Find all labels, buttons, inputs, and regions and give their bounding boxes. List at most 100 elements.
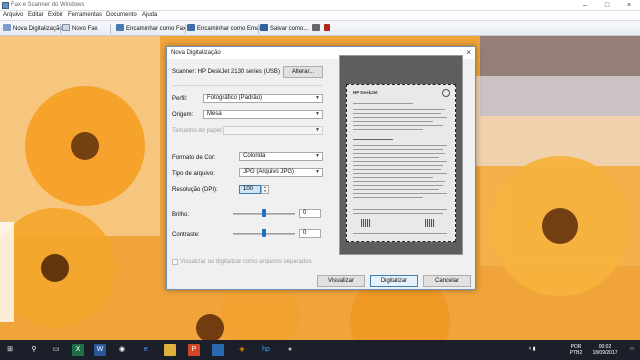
forward-email-toolbar-button[interactable]: Encaminhar como Email	[187, 24, 262, 34]
new-fax-label: Novo Fax	[72, 26, 98, 32]
profile-label: Perfil:	[172, 96, 188, 102]
windows-start-icon[interactable]: ⊞	[4, 344, 16, 356]
powerpoint-icon[interactable]: P	[188, 344, 200, 356]
color-format-value: Colorida	[243, 153, 266, 159]
menu-bar: Arquivo Editar Exibir Ferramentas Docume…	[0, 11, 640, 20]
forward-fax-toolbar-button[interactable]: Encaminhar como Fax	[116, 24, 186, 34]
close-icon[interactable]: ×	[466, 48, 471, 57]
clock-date: 18/09/2017	[592, 350, 618, 356]
separate-files-checkbox[interactable]	[172, 259, 178, 265]
search-icon[interactable]: ⚲	[28, 344, 40, 356]
chevron-down-icon: ▼	[315, 153, 320, 159]
menu-documento[interactable]: Documento	[106, 12, 137, 18]
paper-size-select[interactable]: ▼	[223, 126, 323, 135]
minimize-button[interactable]: –	[574, 0, 596, 11]
print-toolbar-button[interactable]	[312, 24, 322, 34]
file-explorer-icon[interactable]	[164, 344, 176, 356]
scanned-document-thumbnail: HP DeskJet	[346, 84, 456, 242]
title-bar: Fax e Scanner do Windows – □ ×	[0, 0, 640, 11]
toolbar-separator	[110, 24, 111, 34]
menu-arquivo[interactable]: Arquivo	[3, 12, 23, 18]
email-icon	[187, 24, 195, 31]
doc-brand-text: HP DeskJet	[353, 90, 378, 95]
delete-toolbar-button[interactable]	[324, 24, 332, 34]
doc-line	[353, 103, 413, 104]
save-as-toolbar-button[interactable]: Salvar como...	[260, 24, 308, 34]
doc-line	[353, 113, 441, 114]
maximize-button[interactable]: □	[596, 0, 618, 11]
word-icon[interactable]: W	[94, 344, 106, 356]
chevron-down-icon: ▼	[315, 169, 320, 175]
scanner-label: Scanner: HP DeskJet 2130 series (USB)	[172, 69, 280, 75]
close-window-button[interactable]: ×	[618, 0, 640, 11]
scanner-app-icon[interactable]	[212, 344, 224, 356]
new-fax-toolbar-button[interactable]: Novo Fax	[62, 24, 98, 34]
delete-icon	[324, 24, 330, 31]
contrast-slider-thumb[interactable]	[262, 229, 266, 237]
doc-line	[353, 177, 433, 178]
menu-ajuda[interactable]: Ajuda	[142, 12, 157, 18]
brightness-input[interactable]: 0	[299, 209, 321, 218]
doc-line	[353, 185, 443, 186]
doc-line	[353, 153, 445, 154]
doc-line	[353, 209, 447, 210]
divider	[172, 85, 322, 86]
change-scanner-button[interactable]: Alterar...	[283, 66, 323, 78]
fax-scanner-app-icon	[2, 2, 9, 9]
hp-icon[interactable]: hp	[260, 344, 272, 356]
resolution-spinner[interactable]: ▲ ▼	[261, 185, 269, 194]
edge-icon[interactable]: e	[140, 344, 152, 356]
file-type-value: JPG (Arquivo JPG)	[243, 169, 295, 175]
color-format-select[interactable]: Colorida ▼	[239, 152, 323, 161]
source-label: Origem:	[172, 112, 194, 118]
menu-ferramentas[interactable]: Ferramentas	[68, 12, 102, 18]
chrome-icon[interactable]: ◉	[116, 344, 128, 356]
app-icon[interactable]: ●	[284, 344, 296, 356]
tray-icons[interactable]: ˄ ▮	[522, 346, 542, 352]
color-format-label: Formato de Cor:	[172, 155, 216, 161]
notifications-icon[interactable]: □	[626, 346, 638, 352]
menu-editar[interactable]: Editar	[28, 12, 44, 18]
contrast-input[interactable]: 0	[299, 229, 321, 238]
contrast-label: Contraste:	[172, 232, 200, 238]
scanner-icon	[3, 24, 11, 31]
toolbar-separator	[185, 24, 186, 34]
chevron-down-icon: ▼	[315, 111, 320, 117]
source-value: Mesa	[207, 111, 222, 117]
new-scan-toolbar-button[interactable]: Nova Digitalização	[3, 24, 63, 34]
cancel-button[interactable]: Cancelar	[423, 275, 471, 287]
doc-line	[353, 157, 439, 158]
source-select[interactable]: Mesa ▼	[203, 110, 323, 119]
profile-select[interactable]: Fotográfico (Padrão) ▼	[203, 94, 323, 103]
scan-preview-pane: HP DeskJet	[339, 55, 463, 255]
paint-icon[interactable]: ◈	[236, 344, 248, 356]
new-scan-label: Nova Digitalização	[13, 26, 63, 32]
doc-line	[353, 139, 393, 140]
task-view-icon[interactable]: ▭	[50, 344, 62, 356]
doc-line	[353, 197, 423, 198]
doc-line	[353, 193, 447, 194]
file-type-select[interactable]: JPG (Arquivo JPG) ▼	[239, 168, 323, 177]
scan-button[interactable]: Digitalizar	[370, 275, 418, 287]
forward-fax-label: Encaminhar como Fax	[126, 26, 187, 32]
clock[interactable]: 00:02 18/09/2017	[588, 344, 622, 356]
doc-line	[353, 169, 441, 170]
menu-exibir[interactable]: Exibir	[48, 12, 63, 18]
doc-line	[353, 117, 447, 118]
barcode-icon	[361, 219, 371, 227]
doc-line	[353, 121, 433, 122]
language-indicator[interactable]: POR PTB2	[566, 344, 586, 356]
doc-line	[353, 125, 443, 126]
resolution-input[interactable]: 100	[239, 185, 261, 194]
doc-line	[353, 165, 443, 166]
doc-line	[353, 181, 445, 182]
doc-line	[353, 161, 447, 162]
window-title: Fax e Scanner do Windows	[11, 2, 85, 8]
toolbar: Nova Digitalização Novo Fax Encaminhar c…	[0, 20, 640, 36]
preview-button[interactable]: Visualizar	[317, 275, 365, 287]
brightness-slider-thumb[interactable]	[262, 209, 266, 217]
fax-icon	[62, 24, 70, 31]
barcode-icon	[425, 219, 435, 227]
excel-icon[interactable]: X	[72, 344, 84, 356]
doc-line	[353, 189, 439, 190]
